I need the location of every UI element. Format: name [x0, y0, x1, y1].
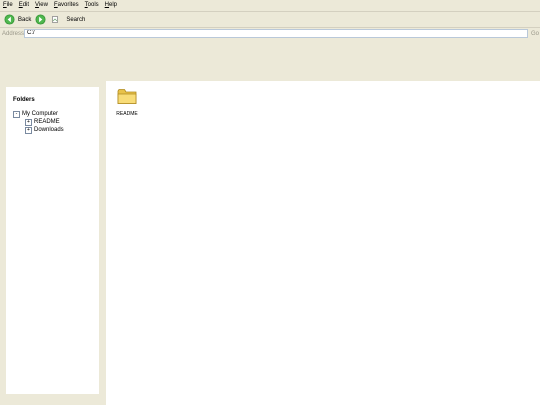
- folders-title: Folders: [13, 97, 35, 103]
- search-icon: [52, 15, 59, 23]
- collapse-toggle-icon[interactable]: -: [13, 110, 20, 118]
- menu-view[interactable]: View: [32, 0, 51, 11]
- search-label: Search: [66, 16, 86, 23]
- back-label: Back: [18, 16, 32, 23]
- back-arrow-icon: [4, 14, 15, 25]
- menu-edit[interactable]: Edit: [16, 0, 32, 11]
- tree-item-downloads[interactable]: + Downloads: [25, 126, 64, 134]
- address-input[interactable]: [24, 29, 528, 38]
- back-button[interactable]: Back: [4, 13, 31, 26]
- folders-pane: Folders - My Computer + README + Downloa…: [6, 87, 99, 394]
- expand-toggle-icon[interactable]: +: [25, 118, 32, 126]
- search-button[interactable]: Search: [52, 13, 85, 26]
- menu-tools[interactable]: Tools: [82, 0, 102, 11]
- tree-item-label: README: [34, 119, 60, 125]
- menu-help[interactable]: Help: [102, 0, 120, 11]
- address-bar: Address Go: [0, 28, 540, 40]
- menu-tools-rest: ools: [87, 2, 99, 8]
- content-pane: README: [106, 81, 540, 405]
- menu-file[interactable]: File: [0, 0, 16, 11]
- tree-item-readme[interactable]: + README: [25, 118, 60, 126]
- tree-item-label: My Computer: [22, 111, 59, 117]
- menu-favorites-rest: avorites: [57, 2, 79, 8]
- menu-help-rest: elp: [109, 2, 118, 8]
- address-label: Address: [2, 31, 25, 37]
- menu-edit-rest: dit: [22, 2, 30, 8]
- forward-button[interactable]: [35, 13, 46, 26]
- go-button[interactable]: Go: [531, 28, 539, 40]
- menu-bar: File Edit View Favorites Tools Help: [0, 0, 540, 12]
- folder-item-readme[interactable]: README: [114, 87, 140, 117]
- folder-icon: [117, 89, 137, 104]
- tree-item-my-computer[interactable]: - My Computer: [13, 110, 58, 118]
- menu-favorites[interactable]: Favorites: [51, 0, 82, 11]
- menu-view-rest: iew: [38, 2, 48, 8]
- forward-arrow-icon: [35, 14, 46, 25]
- tree-item-label: Downloads: [34, 127, 64, 133]
- expand-toggle-icon[interactable]: +: [25, 126, 32, 134]
- toolbar: Back Search: [0, 12, 540, 28]
- file-name: README: [116, 111, 138, 117]
- menu-file-rest: ile: [6, 2, 13, 8]
